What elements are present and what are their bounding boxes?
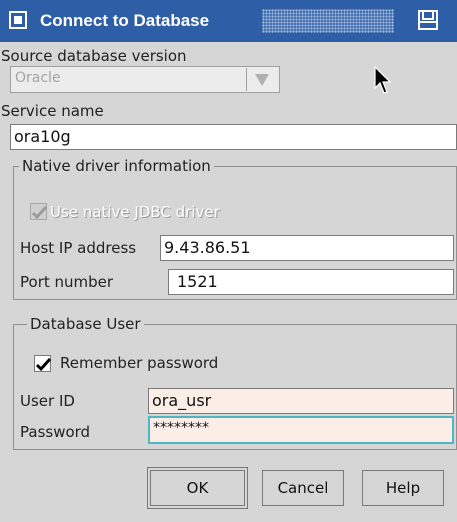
remember-password-label: Remember password [60,354,219,372]
use-native-jdbc-label: Use native JDBC driver [50,203,220,221]
source-version-select[interactable]: Oracle [10,66,280,93]
ok-button[interactable]: OK [150,470,245,506]
port-number-input[interactable]: 1521 [168,269,454,295]
user-id-input[interactable]: ora_usr [148,388,454,414]
password-input[interactable]: ******** [148,416,454,444]
connect-dialog: Connect to Database Source database vers… [0,0,457,522]
port-number-label: Port number [20,273,114,291]
native-driver-group-title: Native driver information [19,157,214,175]
source-version-label: Source database version [1,47,187,65]
restore-button[interactable] [403,4,457,38]
source-version-value: Oracle [15,70,61,86]
window-title: Connect to Database [40,11,210,30]
checkmark-icon [31,205,48,220]
cancel-button[interactable]: Cancel [262,470,344,506]
chevron-down-icon[interactable] [246,68,277,91]
service-name-label: Service name [1,102,104,120]
password-label: Password [20,423,91,441]
checkmark-icon [35,357,52,372]
window-menu-icon[interactable] [9,11,27,29]
host-ip-input[interactable]: 9.43.86.51 [160,235,454,261]
use-native-jdbc-checkbox[interactable] [30,203,48,220]
database-user-group-title: Database User [27,315,144,333]
service-name-input[interactable]: ora10g [10,124,457,150]
title-bar[interactable]: Connect to Database [0,0,457,42]
remember-password-checkbox[interactable] [34,355,52,372]
help-button[interactable]: Help [362,470,444,506]
title-drag-area[interactable] [262,9,394,33]
user-id-label: User ID [20,392,75,410]
restore-icon [418,10,438,30]
host-ip-label: Host IP address [20,239,137,257]
mouse-pointer-icon [374,66,392,94]
